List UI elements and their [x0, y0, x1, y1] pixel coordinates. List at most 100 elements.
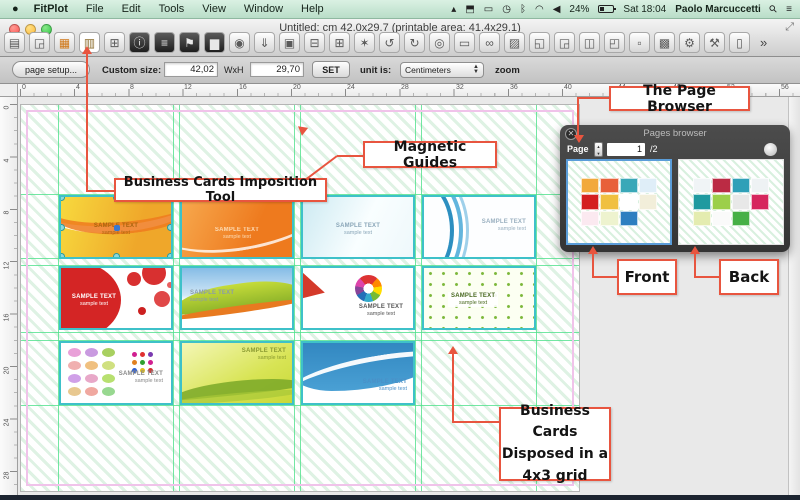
- menu-edit[interactable]: Edit: [113, 3, 150, 15]
- battery-icon[interactable]: [598, 5, 614, 13]
- duplicate-cards-icon[interactable]: ⊟: [304, 32, 325, 53]
- photo-icon[interactable]: ▨: [504, 32, 525, 53]
- callout-magnetic-guides: Magnetic Guides: [363, 141, 497, 168]
- info-icon[interactable]: ⓘ: [129, 32, 150, 53]
- selection-handle[interactable]: [113, 253, 120, 259]
- height-input[interactable]: 29,70: [250, 62, 304, 77]
- menu-help[interactable]: Help: [292, 3, 333, 15]
- business-card[interactable]: SAMPLE TEXT sample text: [301, 341, 415, 405]
- bluetooth-icon[interactable]: ᛒ: [520, 4, 526, 15]
- ruler-page-icon[interactable]: ▯: [729, 32, 750, 53]
- time-machine-icon[interactable]: ◷: [502, 4, 511, 15]
- back-page-thumbnail[interactable]: [678, 159, 784, 245]
- stats-icon[interactable]: ▆: [204, 32, 225, 53]
- align-center-icon[interactable]: ◫: [579, 32, 600, 53]
- width-input[interactable]: 42,02: [164, 62, 218, 77]
- business-card[interactable]: SAMPLE TEXT sample text: [180, 266, 294, 330]
- gear-add-icon[interactable]: ⚙: [679, 32, 700, 53]
- panel-action-button[interactable]: [764, 143, 777, 156]
- business-card[interactable]: SAMPLE TEXT sample text: [180, 341, 294, 405]
- grid-cards-icon[interactable]: ⊞: [329, 32, 350, 53]
- callout-arrow-line: [86, 54, 88, 192]
- magnetic-guide-horizontal[interactable]: [21, 405, 579, 406]
- dropbox-icon[interactable]: ⬒: [465, 4, 474, 15]
- notification-center-icon[interactable]: ≡: [786, 4, 792, 15]
- front-mini-grid: [581, 178, 657, 226]
- export-image-icon[interactable]: ◲: [29, 32, 50, 53]
- pin-icon[interactable]: ◎: [429, 32, 450, 53]
- plotter-icon[interactable]: ▤: [4, 32, 25, 53]
- volume-icon[interactable]: ◀: [553, 4, 561, 15]
- dashed-page-icon[interactable]: ▫: [629, 32, 650, 53]
- selection-handle[interactable]: [59, 195, 65, 201]
- apple-menu-icon[interactable]: ●: [8, 3, 25, 15]
- montage-grid-icon[interactable]: ▦: [54, 32, 75, 53]
- page-total-label: /2: [650, 144, 658, 154]
- business-card[interactable]: SAMPLE TEXT sample text: [301, 266, 415, 330]
- page-stepper[interactable]: ▲▼: [594, 142, 603, 157]
- stepper-down-icon[interactable]: ▼: [597, 151, 601, 156]
- fullscreen-icon[interactable]: ⤢: [785, 21, 794, 34]
- front-page-thumbnail[interactable]: [566, 159, 672, 245]
- menu-tools[interactable]: Tools: [150, 3, 194, 15]
- h-tick-label: 12: [184, 84, 192, 91]
- h-tick-label: 20: [293, 84, 301, 91]
- display-icon[interactable]: ▭: [484, 4, 493, 15]
- menu-view[interactable]: View: [193, 3, 235, 15]
- page-number-input[interactable]: 1: [607, 143, 645, 156]
- card-title: SAMPLE TEXT: [353, 304, 409, 311]
- camera-icon[interactable]: ◉: [229, 32, 250, 53]
- align-bottom-right-icon[interactable]: ◲: [554, 32, 575, 53]
- magnetic-guide-vertical[interactable]: [173, 105, 174, 491]
- adjustments-icon[interactable]: ≡: [154, 32, 175, 53]
- tag-icon[interactable]: ⚑: [179, 32, 200, 53]
- unit-select[interactable]: Centimeters ▲▼: [400, 62, 484, 78]
- import-image-icon[interactable]: ⇓: [254, 32, 275, 53]
- set-button[interactable]: SET: [312, 61, 350, 78]
- menubar-clock[interactable]: Sat 18:04: [623, 4, 666, 15]
- preview-image-icon[interactable]: ▣: [279, 32, 300, 53]
- toolbar-overflow-icon[interactable]: »: [760, 35, 767, 50]
- tools-icon[interactable]: ⚒: [704, 32, 725, 53]
- link-icon[interactable]: ∞: [479, 32, 500, 53]
- page-setup-button[interactable]: page setup...: [12, 61, 90, 78]
- window-bottom-edge: [0, 495, 800, 500]
- stepper-up-icon[interactable]: ▲: [597, 144, 601, 149]
- menu-bar: ● FitPlot File Edit Tools View Window He…: [0, 0, 800, 19]
- h-tick-label: 0: [22, 84, 26, 91]
- selection-handle[interactable]: [59, 253, 65, 259]
- selection-handle[interactable]: [167, 224, 173, 231]
- align-top-left-icon[interactable]: ◰: [604, 32, 625, 53]
- menu-file[interactable]: File: [77, 3, 113, 15]
- business-card[interactable]: SAMPLE TEXT sample text: [59, 266, 173, 330]
- status-app-icon[interactable]: ▴: [451, 4, 456, 15]
- spotlight-icon[interactable]: ⚲: [767, 3, 780, 16]
- pattern-icon[interactable]: ▩: [654, 32, 675, 53]
- window-chrome: Untitled: cm 42.0x29.7 (printable area: …: [0, 19, 800, 57]
- magnetic-guide-vertical[interactable]: [294, 105, 295, 491]
- business-card[interactable]: SAMPLE TEXT sample text: [422, 266, 536, 330]
- card-subtitle: sample text: [303, 230, 413, 236]
- card-title: SAMPLE TEXT: [242, 348, 286, 355]
- redo-icon[interactable]: ↻: [404, 32, 425, 53]
- v-tick-label: 16: [4, 312, 11, 324]
- wifi-icon[interactable]: ◠: [535, 4, 544, 15]
- pagination-icon[interactable]: ⊞: [104, 32, 125, 53]
- arrow-up-icon: [588, 246, 598, 254]
- align-bottom-left-icon[interactable]: ◱: [529, 32, 550, 53]
- rotation-handle[interactable]: [114, 225, 120, 231]
- page-margin-icon[interactable]: ▭: [454, 32, 475, 53]
- undo-icon[interactable]: ↺: [379, 32, 400, 53]
- magnetic-guide-horizontal[interactable]: [21, 332, 579, 333]
- v-tick-label: 12: [4, 260, 11, 272]
- callout-arrow-line: [337, 155, 363, 157]
- selection-handle[interactable]: [167, 253, 173, 259]
- menu-fitplot[interactable]: FitPlot: [25, 3, 77, 15]
- business-card[interactable]: SAMPLE TEXT sample text: [59, 341, 173, 405]
- menu-window[interactable]: Window: [235, 3, 292, 15]
- v-tick-label: 8: [4, 207, 11, 219]
- user-menu[interactable]: Paolo Marcuccetti: [675, 4, 761, 15]
- select-arrows-icon: ▲▼: [473, 65, 479, 75]
- magic-layout-icon[interactable]: ✶: [354, 32, 375, 53]
- business-card[interactable]: SAMPLE TEXT sample text: [422, 195, 536, 259]
